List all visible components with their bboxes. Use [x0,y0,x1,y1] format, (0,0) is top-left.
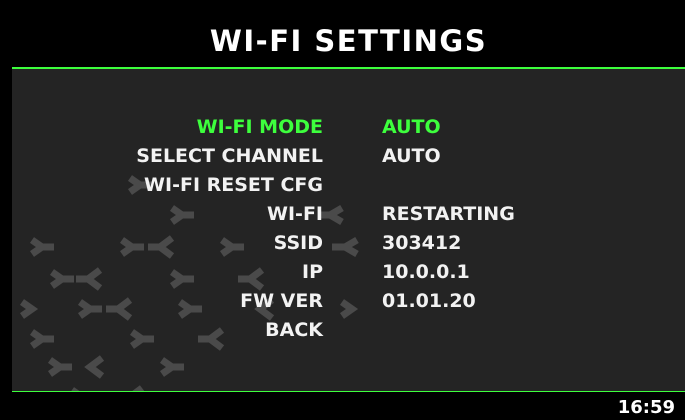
menu-item-label: WI-FI MODE [196,116,323,138]
menu-item-label: FW VER [240,290,323,312]
menu-item-fw-ver[interactable]: FW VER 01.01.20 [12,287,685,316]
menu-item-label: WI-FI RESET CFG [144,174,323,196]
menu-item-value: 303412 [382,232,462,254]
menu-item-wi-fi-reset-cfg[interactable]: WI-FI RESET CFG [12,171,685,200]
menu-item-label: SELECT CHANNEL [136,145,323,167]
menu-item-wi-fi-mode[interactable]: WI-FI MODE AUTO [12,113,685,142]
menu-item-value: AUTO [382,145,441,167]
status-bar: 16:59 [12,391,685,420]
status-divider [12,391,685,392]
menu-item-label: BACK [265,319,323,341]
menu-item-back[interactable]: BACK [12,316,685,345]
menu-item-ssid[interactable]: SSID 303412 [12,229,685,258]
menu-item-value: 01.01.20 [382,290,476,312]
menu-item-select-channel[interactable]: SELECT CHANNEL AUTO [12,142,685,171]
menu-item-value: RESTARTING [382,203,515,225]
menu-item-label: WI-FI [267,203,323,225]
clock-time: 16:59 [617,397,675,418]
menu-item-label: SSID [273,232,323,254]
display-screen: WI-FI SETTINGS WI-FI MODE AUTO SELECT CH… [12,10,685,420]
menu-item-value: 10.0.0.1 [382,261,470,283]
menu-item-wi-fi[interactable]: WI-FI RESTARTING [12,200,685,229]
menu-item-ip[interactable]: IP 10.0.0.1 [12,258,685,287]
menu-item-label: IP [302,261,323,283]
settings-menu: WI-FI MODE AUTO SELECT CHANNEL AUTO WI-FI RE… [12,113,685,345]
menu-item-value: AUTO [382,116,441,138]
